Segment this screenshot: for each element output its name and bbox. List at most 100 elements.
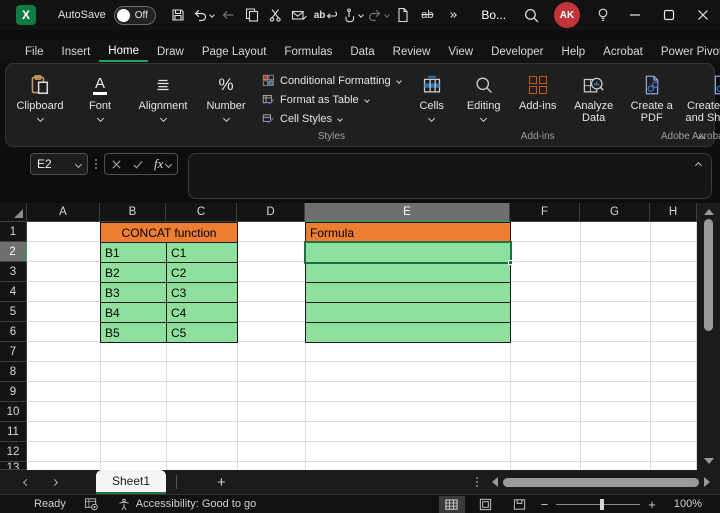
create-pdf-share-button[interactable]: Create a PDF and Share link (679, 68, 720, 124)
tab-formulas[interactable]: Formulas (275, 43, 341, 61)
row-header-8[interactable]: 8 (0, 362, 27, 382)
row-header-10[interactable]: 10 (0, 402, 27, 422)
column-header-f[interactable]: F (510, 203, 580, 222)
cut-icon[interactable] (264, 2, 288, 28)
row-header-4[interactable]: 4 (0, 282, 27, 302)
redo-icon[interactable] (365, 2, 391, 28)
scroll-left-icon[interactable] (492, 477, 498, 487)
number-group-button[interactable]: % Number (198, 68, 254, 121)
cell-b6[interactable]: B5 (100, 322, 167, 343)
column-header-b[interactable]: B (100, 203, 166, 222)
cell-b3[interactable]: B2 (100, 262, 167, 283)
cell-c4[interactable]: C3 (166, 282, 238, 303)
create-pdf-button[interactable]: Create a PDF (625, 68, 679, 124)
row-header-13[interactable]: 13 (0, 462, 27, 470)
insert-function-button[interactable]: fx (154, 156, 171, 172)
vertical-scrollbar[interactable] (697, 203, 720, 470)
horizontal-scrollbar[interactable] (492, 477, 710, 487)
column-header-d[interactable]: D (237, 203, 305, 222)
conditional-formatting-button[interactable]: Conditional Formatting (262, 74, 401, 87)
font-group-button[interactable]: A Font (72, 68, 128, 121)
row-header-11[interactable]: 11 (0, 422, 27, 442)
page-break-preview-button[interactable] (507, 496, 533, 513)
cell-c2[interactable]: C1 (166, 242, 238, 263)
back-icon[interactable] (216, 2, 240, 28)
touch-mode-dropdown-icon[interactable] (359, 12, 365, 18)
alignment-group-button[interactable]: Alignment (132, 68, 194, 121)
tab-data[interactable]: Data (341, 43, 383, 61)
new-document-icon[interactable] (391, 2, 415, 28)
cell-e4[interactable] (305, 282, 511, 303)
analyze-data-button[interactable]: Analyze Data (567, 68, 621, 124)
tab-help[interactable]: Help (553, 43, 595, 61)
accessibility-status[interactable]: Accessibility: Good to go (117, 497, 256, 512)
cell-e5[interactable] (305, 302, 511, 323)
zoom-level[interactable]: 100% (674, 498, 702, 510)
column-header-h[interactable]: H (650, 203, 697, 222)
page-layout-view-button[interactable] (473, 496, 499, 513)
tab-view[interactable]: View (439, 43, 482, 61)
touch-mode-icon[interactable] (339, 2, 365, 28)
row-header-12[interactable]: 12 (0, 442, 27, 462)
zoom-slider[interactable] (556, 504, 640, 505)
enter-icon[interactable] (132, 159, 144, 170)
scroll-down-icon[interactable] (704, 458, 714, 464)
cell-b1-merged-title[interactable]: CONCAT function (100, 222, 238, 243)
cell-b2[interactable]: B1 (100, 242, 167, 263)
tab-power-pivot[interactable]: Power Pivot (652, 43, 720, 61)
column-header-a[interactable]: A (27, 203, 100, 222)
redo-dropdown-icon[interactable] (385, 12, 391, 18)
formula-input[interactable] (188, 153, 712, 199)
replace-icon[interactable]: ab (312, 2, 340, 28)
cell-c3[interactable]: C2 (166, 262, 238, 283)
tab-insert[interactable]: Insert (53, 43, 100, 61)
fill-handle[interactable] (508, 260, 513, 265)
column-header-e[interactable]: E (305, 203, 510, 222)
user-avatar[interactable]: AK (554, 2, 580, 28)
row-header-2[interactable]: 2 (0, 242, 27, 262)
tab-review[interactable]: Review (384, 43, 440, 61)
undo-icon[interactable] (190, 2, 216, 28)
collapse-formula-bar-icon[interactable] (695, 162, 702, 169)
next-sheet-icon[interactable] (40, 480, 68, 485)
cell-c5[interactable]: C4 (166, 302, 238, 323)
cell-c6[interactable]: C5 (166, 322, 238, 343)
vertical-scroll-thumb[interactable] (704, 219, 713, 331)
formula-bar-grip[interactable] (95, 153, 97, 175)
scroll-up-icon[interactable] (704, 209, 714, 215)
name-box-dropdown-icon[interactable] (75, 160, 82, 167)
zoom-out-button[interactable]: − (533, 497, 557, 512)
autosave-toggle[interactable]: Off (114, 6, 156, 25)
row-header-3[interactable]: 3 (0, 262, 27, 282)
normal-view-button[interactable] (439, 496, 465, 513)
column-header-c[interactable]: C (166, 203, 237, 222)
name-box[interactable]: E2 (30, 153, 88, 175)
zoom-slider-thumb[interactable] (600, 499, 604, 510)
horizontal-scroll-thumb[interactable] (503, 478, 699, 487)
cell-area[interactable]: CONCAT function Formula B1 B2 B3 B4 B5 C… (27, 222, 697, 470)
previous-sheet-icon[interactable] (12, 480, 40, 485)
minimize-button[interactable] (618, 0, 652, 30)
format-as-table-button[interactable]: Format as Table (262, 93, 401, 106)
tab-developer[interactable]: Developer (482, 43, 552, 61)
tab-file[interactable]: File (16, 43, 53, 61)
add-sheet-button[interactable]: + (211, 474, 232, 491)
cell-e6[interactable] (305, 322, 511, 343)
cell-e3[interactable] (305, 262, 511, 283)
macro-record-icon[interactable] (84, 497, 99, 511)
column-header-g[interactable]: G (580, 203, 650, 222)
row-header-6[interactable]: 6 (0, 322, 27, 342)
select-all-corner[interactable] (0, 203, 27, 222)
scroll-right-icon[interactable] (704, 477, 710, 487)
cells-group-button[interactable]: Cells (409, 68, 455, 121)
cell-e1-formula-title[interactable]: Formula (305, 222, 511, 243)
editing-group-button[interactable]: Editing (459, 68, 509, 121)
tab-acrobat[interactable]: Acrobat (594, 43, 652, 61)
row-header-9[interactable]: 9 (0, 382, 27, 402)
cancel-icon[interactable] (111, 159, 122, 170)
lightbulb-icon[interactable] (588, 0, 618, 30)
tab-home[interactable]: Home (99, 42, 148, 62)
zoom-in-button[interactable]: + (640, 497, 664, 512)
search-icon[interactable] (516, 0, 546, 30)
add-ins-button[interactable]: Add-ins (513, 68, 563, 112)
